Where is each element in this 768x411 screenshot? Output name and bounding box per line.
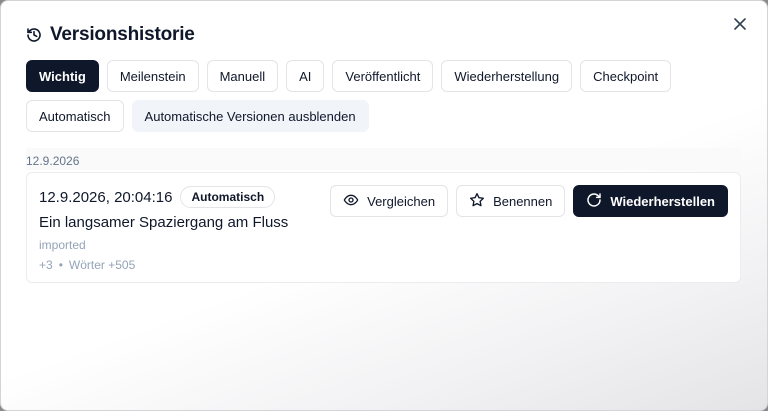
close-button[interactable] [729, 15, 751, 37]
word-count: Wörter +505 [68, 258, 136, 272]
dialog-header: Versionshistorie [26, 24, 195, 46]
history-icon [26, 27, 42, 43]
hide-auto-versions-button[interactable]: Automatische Versionen ausblenden [131, 100, 369, 132]
compare-label: Vergleichen [367, 193, 436, 209]
version-meta-row: 12.9.2026, 20:04:16 Automatisch [39, 186, 288, 208]
restore-label: Wiederherstellen [610, 193, 715, 209]
filter-veroeffentlicht[interactable]: Veröffentlicht [332, 60, 434, 92]
separator-dot: • [58, 258, 63, 272]
version-title: Ein langsamer Spaziergang am Fluss [39, 214, 289, 231]
dialog-title: Versionshistorie [50, 24, 195, 45]
compare-button[interactable]: Vergleichen [330, 185, 449, 217]
version-timestamp: 12.9.2026, 20:04:16 [39, 188, 173, 206]
filter-bar: Wichtig Meilenstein Manuell AI Veröffent… [26, 60, 746, 132]
restore-icon [586, 192, 602, 211]
version-actions: Vergleichen Benennen Wiederherstellen [330, 185, 728, 217]
filter-meilenstein[interactable]: Meilenstein [106, 60, 199, 92]
rename-label: Benennen [493, 193, 553, 209]
filter-manuell[interactable]: Manuell [206, 60, 279, 92]
version-card: 12.9.2026, 20:04:16 Automatisch Ein lang… [26, 172, 741, 283]
close-icon [734, 17, 746, 35]
version-stats: +3 • Wörter +505 [39, 258, 288, 272]
eye-icon [343, 192, 359, 211]
star-icon [469, 192, 485, 211]
filter-ai[interactable]: AI [286, 60, 325, 92]
change-count: +3 [39, 258, 53, 272]
version-type-badge: Automatisch [180, 186, 276, 208]
date-group-band [26, 148, 741, 170]
filter-wiederherstellung[interactable]: Wiederherstellung [441, 60, 573, 92]
filter-automatisch[interactable]: Automatisch [26, 100, 124, 132]
filter-checkpoint[interactable]: Checkpoint [580, 60, 672, 92]
restore-button[interactable]: Wiederherstellen [573, 185, 728, 217]
version-history-dialog: Versionshistorie Wichtig Meilenstein Man… [0, 0, 768, 411]
rename-button[interactable]: Benennen [456, 185, 566, 217]
date-group-label: 12.9.2026 [26, 154, 80, 168]
version-info: 12.9.2026, 20:04:16 Automatisch Ein lang… [39, 186, 288, 272]
filter-wichtig[interactable]: Wichtig [26, 60, 99, 92]
version-note: imported [39, 238, 86, 252]
